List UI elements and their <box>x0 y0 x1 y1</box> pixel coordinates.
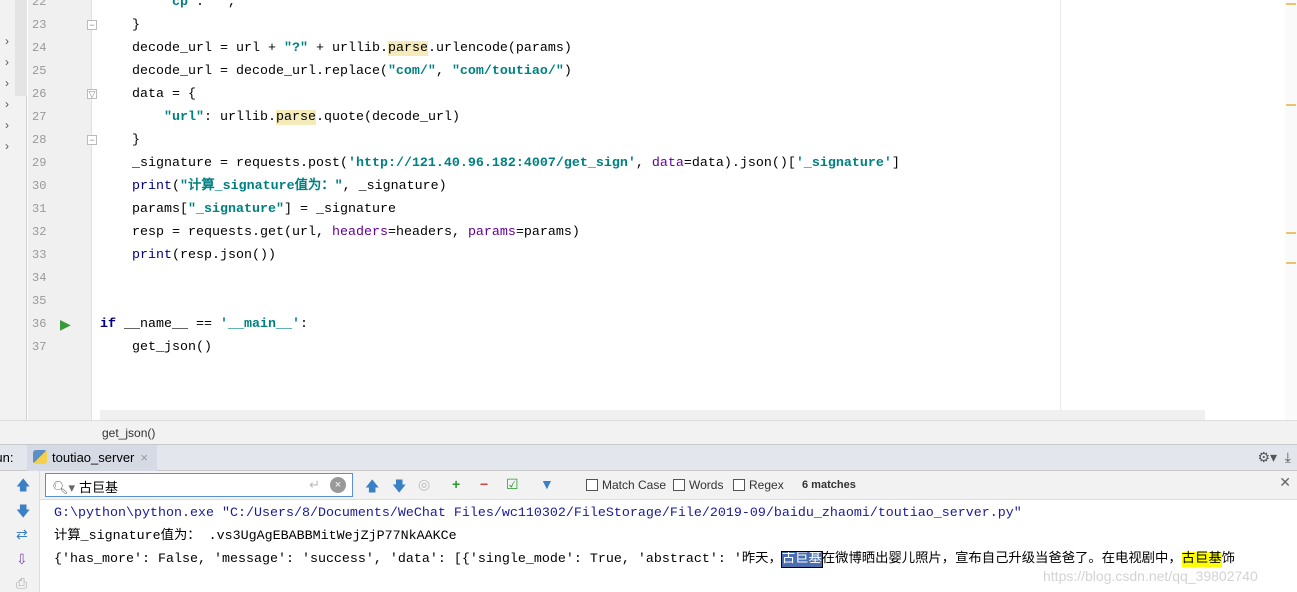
scroll-to-end-icon[interactable]: ⇩ <box>16 551 28 568</box>
run-label: Run: <box>0 450 14 465</box>
tab-toutiao-server[interactable]: toutiao_server × <box>27 445 157 471</box>
code-line[interactable]: decode_url = url + "?" + urllib.parse.ur… <box>100 37 572 60</box>
code-line[interactable]: decode_url = decode_url.replace("com/", … <box>100 60 572 83</box>
error-stripe[interactable] <box>1285 0 1297 420</box>
stripe-marker[interactable] <box>1286 104 1296 106</box>
clear-icon[interactable]: × <box>330 477 346 493</box>
project-panel: › › › › › › <box>0 0 27 444</box>
line-number: 24 <box>32 40 47 55</box>
code-line[interactable]: resp = requests.get(url, headers=headers… <box>100 221 580 244</box>
search-match: 古巨基 <box>1181 552 1222 567</box>
stripe-marker[interactable] <box>1286 232 1296 234</box>
hide-icon[interactable]: ⤓ <box>1285 449 1291 465</box>
code-line[interactable]: "cp": "", <box>100 0 236 14</box>
previous-match-icon[interactable]: 🡅 <box>365 476 379 500</box>
code-editor[interactable]: "cp": "", } decode_url = url + "?" + url… <box>100 0 1060 410</box>
search-input[interactable]: 🔍︎▾ 古巨基 ↵ × <box>45 473 353 497</box>
match-count: 6 matches <box>802 479 856 491</box>
select-all-occurrences-icon[interactable]: ☑ <box>506 476 519 493</box>
run-icon[interactable]: ▶ <box>60 316 71 333</box>
line-number: 25 <box>32 63 47 78</box>
arrow-down-icon[interactable]: 🡇 <box>16 501 30 525</box>
line-number: 36 <box>32 316 47 331</box>
line-number: 33 <box>32 247 47 262</box>
stripe-marker[interactable] <box>1286 3 1296 5</box>
code-line[interactable]: } <box>100 14 140 37</box>
search-query: 古巨基 <box>79 480 119 495</box>
soft-wrap-icon[interactable]: ⇄ <box>16 526 28 543</box>
code-line[interactable]: get_json() <box>100 336 212 359</box>
horizontal-scrollbar[interactable] <box>100 410 1205 420</box>
right-margin-guide <box>1060 0 1061 420</box>
tree-expand-icon[interactable]: › <box>5 34 9 48</box>
run-side-toolbar: 🡅 🡇 ⇄ ⇩ ⎙ <box>0 471 40 592</box>
code-line[interactable]: if __name__ == '__main__': <box>100 313 308 336</box>
print-icon[interactable]: ⎙ <box>16 575 27 592</box>
stripe-marker[interactable] <box>1286 262 1296 264</box>
line-number: 34 <box>32 270 47 285</box>
project-selection <box>15 0 27 96</box>
regex-checkbox[interactable]: Regex <box>733 478 784 492</box>
code-line[interactable]: print("计算_signature值为：", _signature) <box>100 175 447 198</box>
current-match: 古巨基 <box>780 551 823 568</box>
code-line[interactable]: print(resp.json()) <box>100 244 276 267</box>
close-search-icon[interactable]: ✕ <box>1279 474 1291 491</box>
code-line[interactable]: data = { <box>100 83 196 106</box>
line-number: 37 <box>32 339 47 354</box>
line-number: 31 <box>32 201 47 216</box>
arrow-up-icon[interactable]: 🡅 <box>16 475 30 499</box>
tree-expand-icon[interactable]: › <box>5 55 9 69</box>
breadcrumb: get_json() <box>0 420 1297 444</box>
line-number: 23 <box>32 17 47 32</box>
line-number: 28 <box>32 132 47 147</box>
gear-icon[interactable]: ⚙▾ <box>1257 449 1277 465</box>
next-match-icon[interactable]: 🡇 <box>392 476 406 500</box>
code-line[interactable]: _signature = requests.post('http://121.4… <box>100 152 900 175</box>
code-line[interactable]: "url": urllib.parse.quote(decode_url) <box>100 106 460 129</box>
run-toolbar: Run: toutiao_server × ⚙▾ ⤓ <box>0 444 1297 471</box>
search-icon[interactable]: 🔍︎▾ <box>52 480 75 495</box>
line-number: 26 <box>32 86 47 101</box>
find-all-icon[interactable]: ◎ <box>418 476 430 493</box>
fold-icon[interactable]: ▽ <box>87 89 97 99</box>
match-case-checkbox[interactable]: Match Case <box>586 478 666 492</box>
close-icon[interactable]: × <box>140 450 148 465</box>
tree-expand-icon[interactable]: › <box>5 118 9 132</box>
line-number: 32 <box>32 224 47 239</box>
tree-expand-icon[interactable]: › <box>5 97 9 111</box>
tab-label: toutiao_server <box>52 450 135 465</box>
console-signature-line: 计算_signature值为： .vs3UgAgEBABBMitWejZjP77… <box>54 529 457 544</box>
code-line[interactable]: params["_signature"] = _signature <box>100 198 396 221</box>
line-number: 30 <box>32 178 47 193</box>
code-line[interactable]: } <box>100 129 140 152</box>
words-checkbox[interactable]: Words <box>673 478 723 492</box>
watermark: https://blog.csdn.net/qq_39802740 <box>1043 568 1258 584</box>
breadcrumb-item[interactable]: get_json() <box>102 426 155 440</box>
fold-icon[interactable]: − <box>87 135 97 145</box>
fold-icon[interactable]: − <box>87 20 97 30</box>
tree-expand-icon[interactable]: › <box>5 76 9 90</box>
line-number: 27 <box>32 109 47 124</box>
search-bar: 🔍︎▾ 古巨基 ↵ × 🡅 🡇 ◎ + − ☑ ▼ Match Case Word… <box>40 471 1297 500</box>
tree-expand-icon[interactable]: › <box>5 139 9 153</box>
remove-occurrence-icon[interactable]: − <box>480 476 488 492</box>
line-number: 22 <box>32 0 47 9</box>
enter-icon: ↵ <box>309 477 320 492</box>
python-icon <box>33 450 47 464</box>
line-number: 35 <box>32 293 47 308</box>
console-command-line: G:\python\python.exe "C:/Users/8/Documen… <box>54 506 1022 521</box>
line-number: 29 <box>32 155 47 170</box>
filter-icon[interactable]: ▼ <box>540 476 554 492</box>
add-occurrence-icon[interactable]: + <box>452 476 460 492</box>
